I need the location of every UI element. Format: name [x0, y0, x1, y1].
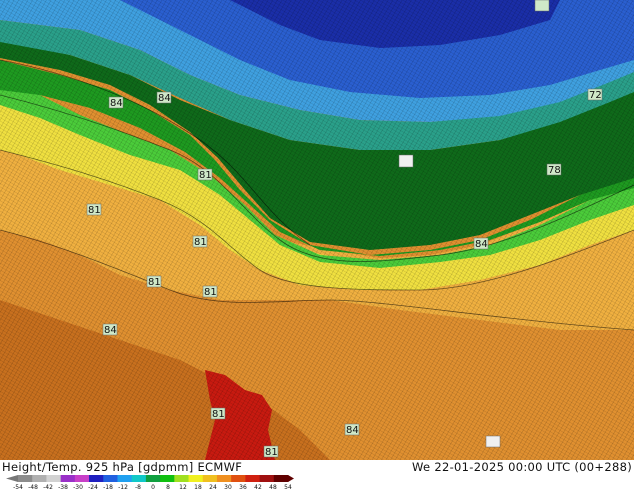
- contour-label: 81: [210, 407, 226, 420]
- colorbar-tick-label: -30: [73, 484, 83, 490]
- colorbar-swatch: [46, 475, 62, 482]
- contour-label: 81: [202, 285, 218, 298]
- svg-text:84: 84: [158, 93, 171, 104]
- colorbar-arrow-left: [6, 475, 18, 482]
- footer: Height/Temp. 925 hPa [gdpmm] ECMWF We 22…: [0, 460, 634, 490]
- contour-label: 84: [108, 96, 124, 109]
- colorbar-legend: -54 -48 -42 -38 -30 -24 -18 -12 -8 0 8 12 18 24 30 36 42…: [6, 475, 294, 490]
- marker-box: [485, 435, 501, 448]
- colorbar-swatch: [245, 475, 261, 482]
- contour-label: 84: [473, 237, 489, 250]
- colorbar-swatch: [174, 475, 190, 482]
- colorbar-tick-label: 0: [151, 484, 155, 490]
- contour-label: 81: [146, 275, 162, 288]
- colorbar-tick-label: -12: [118, 484, 128, 490]
- colorbar-swatch: [32, 475, 47, 482]
- svg-text:84: 84: [110, 98, 123, 109]
- colorbar-swatch: [117, 475, 133, 482]
- colorbar-swatch: [160, 475, 175, 482]
- map-title: Height/Temp. 925 hPa [gdpmm] ECMWF: [2, 460, 243, 474]
- contour-label: 72: [587, 88, 603, 101]
- svg-text:81: 81: [88, 205, 101, 216]
- colorbar-swatch: [145, 475, 161, 482]
- colorbar-tick-label: 42: [254, 484, 262, 490]
- colorbar-tick-label: 30: [224, 484, 232, 490]
- contour-label: 81: [192, 235, 208, 248]
- contour-label: 84: [344, 423, 360, 436]
- svg-text:84: 84: [475, 239, 488, 250]
- colorbar-tick-label: -24: [88, 484, 98, 490]
- colorbar-tick-label: 24: [209, 484, 217, 490]
- colorbar-tick-label: 54: [284, 484, 292, 490]
- svg-text:84: 84: [346, 425, 359, 436]
- contour-label: 84: [102, 323, 118, 336]
- colorbar-tick-label: 48: [269, 484, 277, 490]
- svg-text:81: 81: [212, 409, 225, 420]
- colorbar-tick-label: -8: [135, 484, 141, 490]
- map-frame: 84 84 72 81 78 81 81 84 81 81 84 81 81 8…: [0, 0, 634, 490]
- colorbar-tick-label: 18: [194, 484, 202, 490]
- svg-text:81: 81: [199, 170, 212, 181]
- svg-text:78: 78: [548, 165, 561, 176]
- colorbar-tick-label: 36: [239, 484, 247, 490]
- svg-text:84: 84: [104, 325, 117, 336]
- marker-box: [398, 154, 414, 168]
- contour-label: 78: [546, 163, 562, 176]
- colorbar-tick-label: -54: [13, 484, 23, 490]
- colorbar-swatch: [216, 475, 232, 482]
- forecast-time: We 22-01-2025 00:00 UTC (00+288): [412, 460, 632, 474]
- contour-texture: [0, 0, 634, 460]
- colorbar-swatch: [131, 475, 147, 482]
- svg-text:81: 81: [265, 447, 278, 458]
- colorbar-swatch: [259, 475, 275, 482]
- colorbar-tick-label: -48: [28, 484, 38, 490]
- svg-text:72: 72: [589, 90, 602, 101]
- colorbar-swatch: [89, 475, 104, 482]
- colorbar-swatch: [188, 475, 204, 482]
- colorbar-swatch: [273, 475, 289, 482]
- colorbar-tick-label: -42: [43, 484, 53, 490]
- colorbar-swatch: [60, 475, 76, 482]
- colorbar-arrow-right: [288, 475, 294, 482]
- colorbar-swatch: [103, 475, 118, 482]
- contour-label: 81: [86, 203, 102, 216]
- temperature-map: 84 84 72 81 78 81 81 84 81 81 84 81 81 8…: [0, 0, 634, 460]
- svg-text:81: 81: [204, 287, 217, 298]
- colorbar-tick-label: -38: [58, 484, 68, 490]
- colorbar-swatch: [74, 475, 90, 482]
- map-canvas: 84 84 72 81 78 81 81 84 81 81 84 81 81 8…: [0, 0, 634, 460]
- contour-label: 81: [263, 445, 279, 458]
- colorbar-swatch: [202, 475, 218, 482]
- svg-text:81: 81: [148, 277, 161, 288]
- marker-box: [534, 0, 550, 12]
- contour-label: 84: [156, 91, 172, 104]
- colorbar-swatch: [231, 475, 246, 482]
- colorbar-tick-label: 12: [179, 484, 187, 490]
- colorbar-tick-label: -18: [103, 484, 113, 490]
- colorbar-tick-label: 8: [166, 484, 170, 490]
- contour-label: 81: [197, 168, 213, 181]
- svg-text:81: 81: [194, 237, 207, 248]
- colorbar-swatch: [18, 475, 33, 482]
